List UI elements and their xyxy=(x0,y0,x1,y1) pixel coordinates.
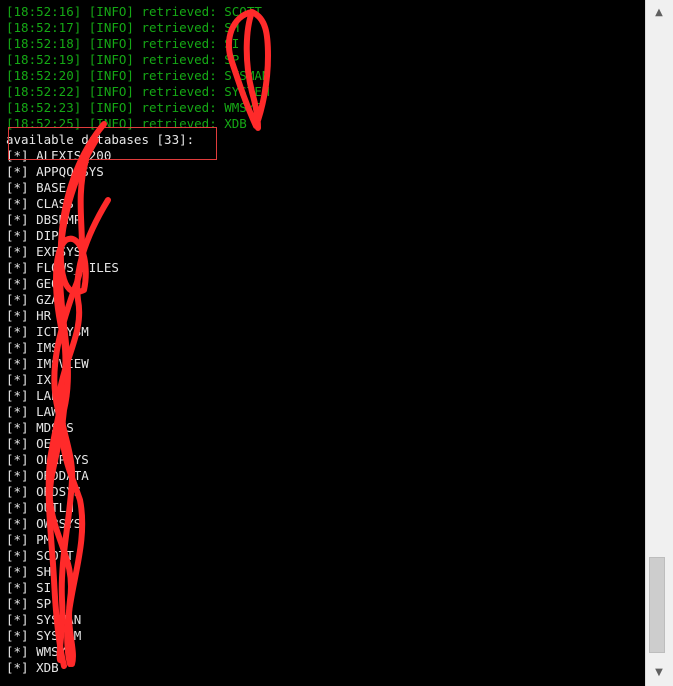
databases-header: available databases [33]: xyxy=(6,132,195,147)
scroll-up-arrow-icon[interactable]: ▲ xyxy=(650,4,668,22)
log-line: [18:52:17] [INFO] retrieved: SH xyxy=(6,20,240,35)
database-entry: [*] LAB xyxy=(6,388,59,403)
database-entry: [*] ORDSYS xyxy=(6,484,82,499)
database-entry: [*] LAW xyxy=(6,404,59,419)
console-window[interactable]: [18:52:16] [INFO] retrieved: SCOTT [18:52… xyxy=(0,0,645,686)
database-entry: [*] EXFSYS xyxy=(6,244,82,259)
console-output: [18:52:16] [INFO] retrieved: SCOTT [18:52… xyxy=(6,4,269,676)
database-entry: [*] PM xyxy=(6,532,52,547)
scrollbar-thumb[interactable] xyxy=(649,557,665,653)
database-entry: [*] ICTSYSM xyxy=(6,324,89,339)
database-entry: [*] OLAPSYS xyxy=(6,452,89,467)
database-entry: [*] HR xyxy=(6,308,52,323)
database-entry: [*] DBSNMP xyxy=(6,212,82,227)
database-entry: [*] XDB xyxy=(6,660,59,675)
database-entry: [*] ORDDATA xyxy=(6,468,89,483)
database-entry: [*] APPQOSSYS xyxy=(6,164,104,179)
database-entry: [*] ALEXIS_200 xyxy=(6,148,112,163)
database-entry: [*] BASE xyxy=(6,180,67,195)
database-entry: [*] DIP xyxy=(6,228,59,243)
database-entry: [*] SYSMAN xyxy=(6,612,82,627)
database-entry: [*] GEO xyxy=(6,276,59,291)
scroll-down-arrow-icon[interactable]: ▼ xyxy=(650,664,668,682)
log-line: [18:52:25] [INFO] retrieved: XDB xyxy=(6,116,247,131)
database-entry: [*] WMSYS xyxy=(6,644,74,659)
database-entry: [*] IX xyxy=(6,372,52,387)
log-line: [18:52:20] [INFO] retrieved: SYSMAN xyxy=(6,68,270,83)
database-entry: [*] OE xyxy=(6,436,52,451)
database-entry: [*] IMS xyxy=(6,340,59,355)
vertical-scrollbar[interactable]: ▲ ▼ xyxy=(645,0,673,686)
database-entry: [*] MDSYS xyxy=(6,420,74,435)
database-entry: [*] OUTLN xyxy=(6,500,74,515)
database-entry: [*] SYSTEM xyxy=(6,628,82,643)
log-line: [18:52:16] [INFO] retrieved: SCOTT xyxy=(6,4,262,19)
database-entry: [*] SH xyxy=(6,564,52,579)
database-entry: [*] IMSVIEW xyxy=(6,356,89,371)
database-entry: [*] GZA xyxy=(6,292,59,307)
log-line: [18:52:23] [INFO] retrieved: WMSYS xyxy=(6,100,262,115)
database-entry: [*] SI xyxy=(6,580,52,595)
log-line: [18:52:18] [INFO] retrieved: SI xyxy=(6,36,240,51)
log-line: [18:52:19] [INFO] retrieved: SP xyxy=(6,52,240,67)
database-entry: [*] OWBSYS xyxy=(6,516,82,531)
log-line: [18:52:22] [INFO] retrieved: SYSTEM xyxy=(6,84,270,99)
database-entry: [*] SCOTT xyxy=(6,548,74,563)
database-entry: [*] SP xyxy=(6,596,52,611)
database-entry: [*] FLOWS_FILES xyxy=(6,260,119,275)
database-entry: [*] CLASS xyxy=(6,196,74,211)
